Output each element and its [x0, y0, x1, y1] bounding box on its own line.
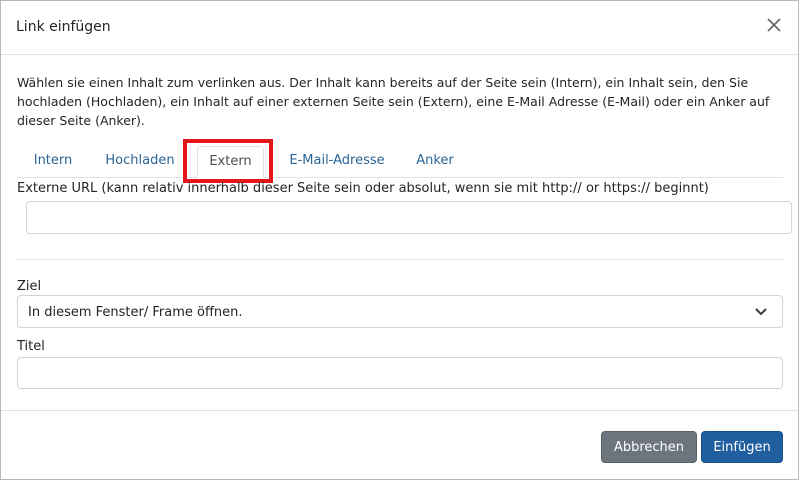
link-type-tabs: Intern Hochladen Extern E-Mail-Adresse A…	[17, 146, 783, 178]
tab-intern[interactable]: Intern	[23, 146, 83, 176]
link-dialog: Link einfügen Wählen sie einen Inhalt zu…	[0, 0, 799, 480]
title-label: Titel	[17, 339, 45, 354]
tab-email[interactable]: E-Mail-Adresse	[277, 146, 397, 176]
target-select-value: In diesem Fenster/ Frame öffnen.	[28, 305, 243, 320]
footer-divider	[1, 410, 798, 411]
dialog-header: Link einfügen	[1, 1, 798, 55]
external-url-input[interactable]	[26, 201, 792, 234]
divider	[17, 259, 783, 260]
target-label: Ziel	[17, 279, 42, 294]
external-url-label: Externe URL (kann relativ innerhalb dies…	[17, 181, 709, 196]
tab-extern[interactable]: Extern	[197, 146, 264, 178]
dialog-title: Link einfügen	[16, 19, 111, 35]
title-input[interactable]	[17, 357, 783, 389]
chevron-down-icon	[754, 306, 768, 318]
target-select[interactable]: In diesem Fenster/ Frame öffnen.	[17, 295, 783, 328]
cancel-button[interactable]: Abbrechen	[601, 431, 697, 463]
insert-button[interactable]: Einfügen	[701, 431, 783, 463]
tab-hochladen[interactable]: Hochladen	[97, 146, 183, 176]
dialog-description: Wählen sie einen Inhalt zum verlinken au…	[17, 75, 770, 128]
close-icon[interactable]	[764, 15, 784, 35]
tab-anker[interactable]: Anker	[407, 146, 463, 176]
